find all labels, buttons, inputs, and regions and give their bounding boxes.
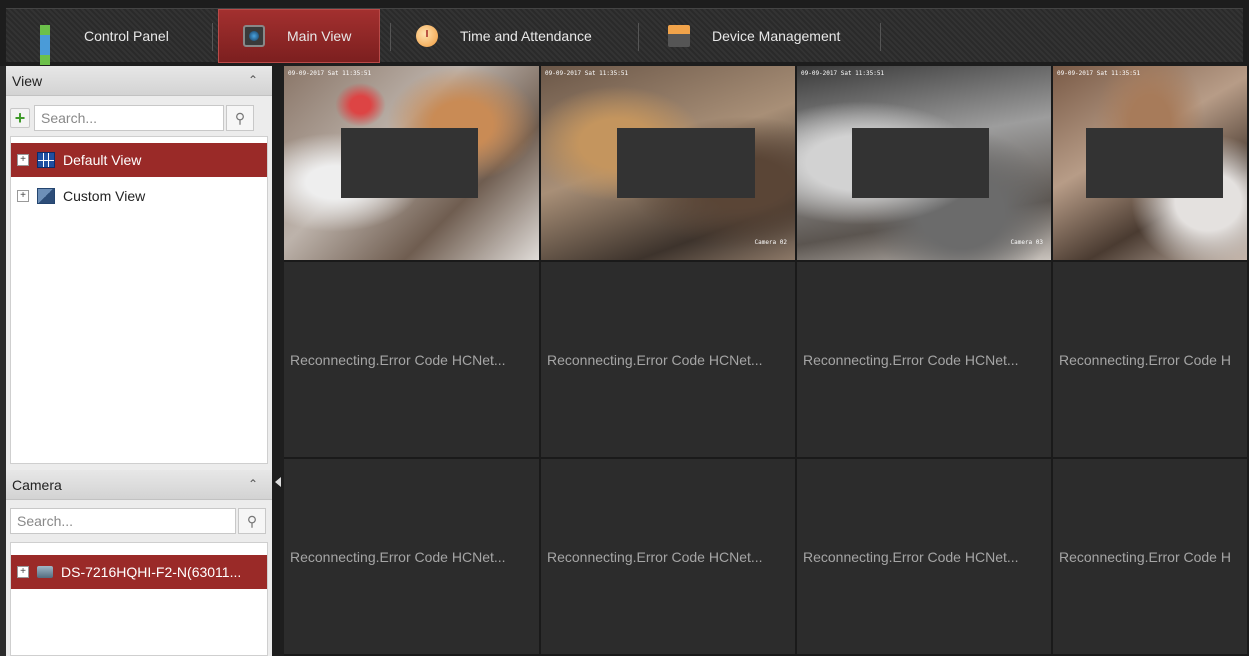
chevron-up-icon[interactable]: ⌃ — [248, 74, 260, 86]
reconnect-error-text: Reconnecting.Error Code HCNet... — [803, 548, 1019, 565]
camera-search-input[interactable]: Search... — [10, 508, 236, 534]
redaction-box — [852, 128, 989, 198]
camera-search-row: Search... ⚲ — [10, 507, 266, 535]
view-search-row: + Search... ⚲ — [10, 104, 254, 132]
left-panel: View ⌃ + Search... ⚲ + Default View + Cu… — [6, 66, 272, 656]
tab-divider — [390, 23, 391, 51]
panel-splitter[interactable] — [272, 66, 284, 656]
reconnect-error-text: Reconnecting.Error Code HCNet... — [547, 351, 763, 368]
search-icon[interactable]: ⚲ — [238, 508, 266, 534]
search-placeholder: Search... — [41, 110, 98, 126]
video-window-1[interactable]: 09-09-2017 Sat 11:35:51 — [284, 66, 541, 262]
add-view-button[interactable]: + — [10, 108, 30, 128]
reconnect-error-text: Reconnecting.Error Code H — [1059, 351, 1231, 368]
video-window-5[interactable]: Reconnecting.Error Code HCNet... — [284, 262, 541, 459]
reconnect-error-text: Reconnecting.Error Code HCNet... — [290, 548, 506, 565]
reconnect-error-text: Reconnecting.Error Code HCNet... — [290, 351, 506, 368]
video-window-11[interactable]: Reconnecting.Error Code HCNet... — [797, 459, 1053, 656]
video-window-2[interactable]: 09-09-2017 Sat 11:35:51 Camera 02 — [541, 66, 797, 262]
video-window-7[interactable]: Reconnecting.Error Code HCNet... — [797, 262, 1053, 459]
dvr-device-icon — [37, 566, 53, 578]
reconnect-error-text: Reconnecting.Error Code HCNet... — [803, 351, 1019, 368]
expand-icon[interactable]: + — [17, 190, 29, 202]
tree-item-label: DS-7216HQHI-F2-N(63011... — [61, 564, 242, 580]
view-panel-title: View — [12, 72, 43, 89]
collapse-arrow-icon[interactable] — [275, 477, 281, 487]
video-window-12[interactable]: Reconnecting.Error Code H — [1053, 459, 1249, 656]
camera-label: Camera 03 — [1010, 239, 1043, 246]
osd-timestamp: 09-09-2017 Sat 11:35:51 — [801, 70, 885, 77]
search-placeholder: Search... — [17, 513, 74, 529]
view-tree: + Default View + Custom View — [10, 136, 268, 464]
main-view-icon — [243, 25, 265, 47]
tab-label: Device Management — [712, 28, 841, 44]
view-grid-icon — [37, 152, 55, 168]
tab-label: Main View — [287, 28, 352, 44]
chevron-up-icon[interactable]: ⌃ — [248, 478, 260, 490]
video-window-9[interactable]: Reconnecting.Error Code HCNet... — [284, 459, 541, 656]
video-window-10[interactable]: Reconnecting.Error Code HCNet... — [541, 459, 797, 656]
tree-item-default-view[interactable]: + Default View — [11, 143, 267, 177]
device-icon — [668, 25, 690, 47]
camera-feed: 09-09-2017 Sat 11:35:51 — [1053, 66, 1247, 260]
osd-timestamp: 09-09-2017 Sat 11:35:51 — [288, 70, 372, 77]
view-panel-header[interactable]: View ⌃ — [6, 66, 272, 96]
camera-panel-title: Camera — [12, 476, 62, 493]
redaction-box — [341, 128, 478, 198]
redaction-box — [617, 128, 755, 198]
osd-timestamp: 09-09-2017 Sat 11:35:51 — [1057, 70, 1141, 77]
top-navigation-bar: Control Panel Main View Time and Attenda… — [0, 0, 1249, 66]
osd-timestamp: 09-09-2017 Sat 11:35:51 — [545, 70, 629, 77]
camera-panel-header[interactable]: Camera ⌃ — [6, 470, 272, 500]
video-grid: 09-09-2017 Sat 11:35:51 09-09-2017 Sat 1… — [284, 66, 1249, 656]
tab-divider — [880, 23, 881, 51]
expand-icon[interactable]: + — [17, 566, 29, 578]
tab-main-view[interactable]: Main View — [218, 9, 380, 63]
camera-feed: 09-09-2017 Sat 11:35:51 Camera 02 — [541, 66, 795, 260]
camera-feed: 09-09-2017 Sat 11:35:51 Camera 03 — [797, 66, 1051, 260]
camera-tree: + DS-7216HQHI-F2-N(63011... — [10, 542, 268, 656]
tab-label: Control Panel — [84, 28, 169, 44]
video-window-4[interactable]: 09-09-2017 Sat 11:35:51 — [1053, 66, 1249, 262]
tab-control-panel[interactable]: Control Panel — [40, 9, 210, 65]
tab-label: Time and Attendance — [460, 28, 592, 44]
tree-item-label: Default View — [63, 152, 142, 168]
view-search-input[interactable]: Search... — [34, 105, 224, 131]
tree-item-dvr[interactable]: + DS-7216HQHI-F2-N(63011... — [11, 555, 267, 589]
reconnect-error-text: Reconnecting.Error Code HCNet... — [547, 548, 763, 565]
video-window-3[interactable]: 09-09-2017 Sat 11:35:51 Camera 03 — [797, 66, 1053, 262]
search-icon[interactable]: ⚲ — [226, 105, 254, 131]
tab-device-management[interactable]: Device Management — [668, 9, 878, 63]
clock-icon — [416, 25, 438, 47]
expand-icon[interactable]: + — [17, 154, 29, 166]
video-window-6[interactable]: Reconnecting.Error Code HCNet... — [541, 262, 797, 459]
tab-divider — [638, 23, 639, 51]
camera-feed: 09-09-2017 Sat 11:35:51 — [284, 66, 539, 260]
custom-view-icon — [37, 188, 55, 204]
reconnect-error-text: Reconnecting.Error Code H — [1059, 548, 1231, 565]
tab-time-and-attendance[interactable]: Time and Attendance — [416, 9, 636, 63]
video-window-8[interactable]: Reconnecting.Error Code H — [1053, 262, 1249, 459]
camera-label: Camera 02 — [754, 239, 787, 246]
redaction-box — [1086, 128, 1223, 198]
tree-item-label: Custom View — [63, 188, 146, 204]
tab-divider — [212, 23, 213, 51]
control-panel-icon — [40, 25, 62, 65]
tree-item-custom-view[interactable]: + Custom View — [11, 179, 267, 213]
tab-row: Control Panel Main View Time and Attenda… — [6, 8, 1243, 65]
